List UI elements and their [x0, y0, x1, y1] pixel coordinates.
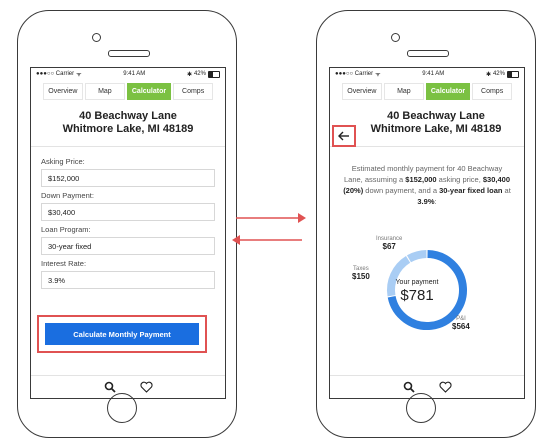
interest-rate-input[interactable]: 3.9%	[41, 271, 215, 289]
speaker	[407, 50, 449, 57]
speaker	[108, 50, 150, 57]
phone-frame-left: ●●●○○ Carrier ᯤ 9:41 AM ✱ 42% Overview M…	[17, 10, 237, 438]
loan-program-label: Loan Program:	[41, 225, 91, 234]
wifi-icon: ᯤ	[375, 72, 381, 78]
phone-frame-right: ●●●○○ Carrier ᯤ 9:41 AM ✱ 42% Overview M…	[316, 10, 536, 438]
status-bar: ●●●○○ Carrier ᯤ 9:41 AM ✱ 42%	[330, 68, 524, 80]
down-payment-input[interactable]: $30,400	[41, 203, 215, 221]
tab-overview[interactable]: Overview	[42, 83, 83, 100]
carrier-label: ●●●○○ Carrier	[36, 71, 75, 77]
asking-price-input[interactable]: $152,000	[41, 169, 215, 187]
heart-icon[interactable]	[438, 381, 452, 393]
taxes-label-group: Taxes $150	[352, 266, 370, 281]
calculator-form: Asking Price: $152,000 Down Payment: $30…	[31, 157, 225, 289]
summary-text: asking price,	[436, 175, 483, 184]
battery-percent: 42%	[492, 71, 505, 77]
tab-map[interactable]: Map	[383, 83, 424, 100]
back-button-highlight	[332, 125, 356, 147]
your-payment-group: Your payment $781	[387, 279, 447, 304]
insurance-arc	[406, 250, 427, 263]
forward-arrow-icon	[236, 213, 306, 223]
insurance-label-group: Insurance $67	[376, 236, 402, 251]
payment-summary: Estimated monthly payment for 40 Beachwa…	[330, 163, 524, 207]
property-address: 40 Beachway Lane Whitmore Lake, MI 48189	[330, 110, 524, 136]
your-payment-label: Your payment	[395, 279, 439, 286]
summary-loan: 30-year fixed loan	[439, 186, 503, 195]
summary-price: $152,000	[405, 175, 437, 184]
address-line2: Whitmore Lake, MI 48189	[370, 123, 502, 135]
battery-icon	[207, 70, 220, 78]
property-address: 40 Beachway Lane Whitmore Lake, MI 48189	[31, 110, 225, 136]
tab-calculator[interactable]: Calculator	[126, 83, 172, 100]
bluetooth-icon: ✱	[186, 71, 192, 78]
address-line1: 40 Beachway Lane	[387, 110, 485, 122]
insurance-value: $67	[382, 242, 396, 251]
tab-calculator[interactable]: Calculator	[425, 83, 471, 100]
tab-bar: Overview Map Calculator Comps	[31, 83, 225, 100]
calculate-button[interactable]: Calculate Monthly Payment	[45, 323, 199, 345]
clock: 9:41 AM	[123, 71, 146, 77]
battery-icon	[506, 70, 519, 78]
down-payment-label: Down Payment:	[41, 191, 94, 200]
summary-rate: 3.9%	[417, 197, 435, 206]
address-line2: Whitmore Lake, MI 48189	[62, 123, 194, 135]
tab-bar: Overview Map Calculator Comps	[330, 83, 524, 100]
interest-rate-label: Interest Rate:	[41, 259, 87, 268]
asking-price-label: Asking Price:	[41, 157, 85, 166]
divider	[31, 146, 225, 147]
bluetooth-icon: ✱	[485, 71, 491, 78]
calculate-button-highlight: Calculate Monthly Payment	[37, 315, 207, 353]
tab-overview[interactable]: Overview	[341, 83, 382, 100]
clock: 9:41 AM	[422, 71, 445, 77]
battery-percent: 42%	[193, 71, 206, 77]
payment-donut-chart: Insurance $67 Taxes $150 P&I $564 Your p…	[330, 218, 524, 348]
home-button[interactable]	[406, 393, 436, 423]
camera	[92, 33, 101, 42]
loan-program-select[interactable]: 30-year fixed	[41, 237, 215, 255]
taxes-value: $150	[352, 272, 370, 281]
tab-comps[interactable]: Comps	[173, 83, 214, 100]
your-payment-value: $781	[400, 287, 434, 304]
home-button[interactable]	[107, 393, 137, 423]
summary-text: at	[502, 186, 511, 195]
search-icon[interactable]	[403, 381, 415, 393]
backward-arrow-icon	[232, 235, 302, 245]
pi-label-group: P&I $564	[452, 316, 470, 331]
screen-calculator-result: ●●●○○ Carrier ᯤ 9:41 AM ✱ 42% Overview M…	[329, 67, 525, 399]
pi-value: $564	[452, 322, 470, 331]
tab-comps[interactable]: Comps	[472, 83, 513, 100]
carrier-label: ●●●○○ Carrier	[335, 71, 374, 77]
address-line1: 40 Beachway Lane	[79, 110, 177, 122]
screen-calculator-form: ●●●○○ Carrier ᯤ 9:41 AM ✱ 42% Overview M…	[30, 67, 226, 399]
camera	[391, 33, 400, 42]
heart-icon[interactable]	[139, 381, 153, 393]
search-icon[interactable]	[104, 381, 116, 393]
summary-text: down payment, and a	[363, 186, 440, 195]
divider	[330, 146, 524, 147]
status-bar: ●●●○○ Carrier ᯤ 9:41 AM ✱ 42%	[31, 68, 225, 80]
summary-text: :	[434, 197, 437, 206]
tab-map[interactable]: Map	[84, 83, 125, 100]
back-arrow-icon[interactable]	[338, 131, 350, 141]
wifi-icon: ᯤ	[76, 72, 82, 78]
